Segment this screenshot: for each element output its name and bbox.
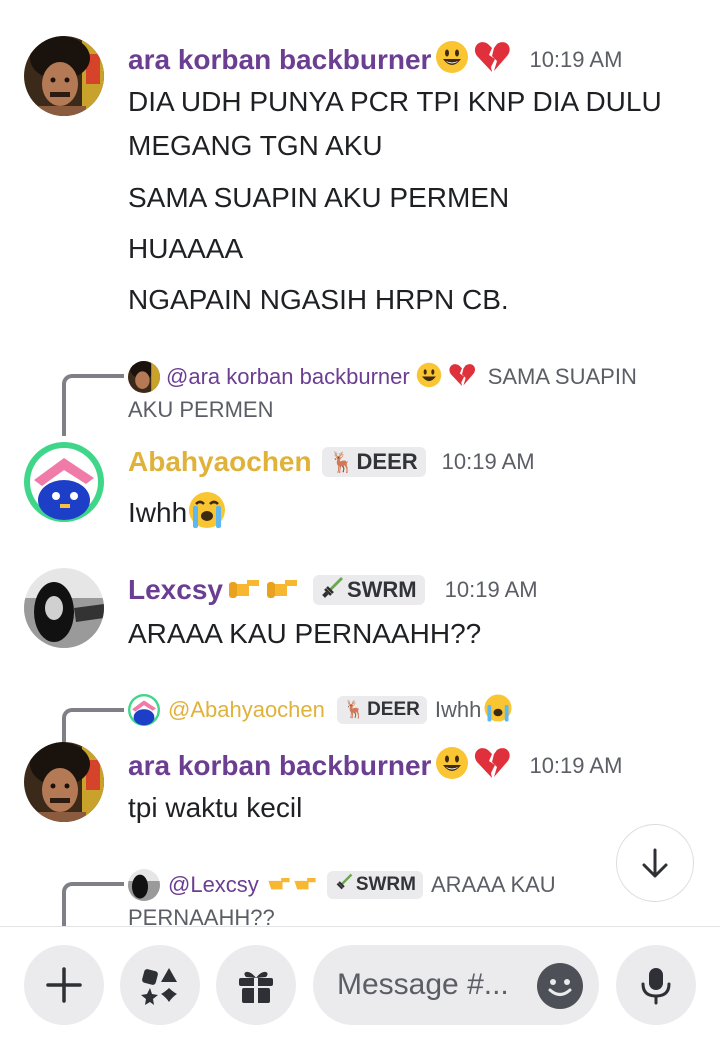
emoji-picker-button[interactable] <box>537 963 583 1009</box>
pointing-hand-icon <box>293 872 317 899</box>
sword-icon <box>321 575 345 605</box>
smiley-emoji-icon <box>435 746 469 785</box>
message-line: HUAAAA <box>128 233 244 264</box>
reply-connector <box>62 708 124 742</box>
message-line: MEGANG TGN AKU <box>128 130 383 161</box>
gift-icon <box>239 971 273 1003</box>
reply-connector <box>62 374 124 436</box>
add-attachment-button[interactable] <box>24 945 104 1025</box>
arrow-down-icon <box>642 848 668 878</box>
message-text: ARAAA KAU PERNAAHH?? <box>128 618 482 649</box>
reply-preview[interactable]: @Lexcsy SWRM ARAAA KAU <box>128 868 556 902</box>
broken-heart-icon <box>473 746 511 785</box>
timestamp: 10:19 AM <box>441 449 535 474</box>
reply-text: SAMA SUAPIN <box>487 364 637 389</box>
microphone-icon <box>641 968 671 1005</box>
reply-avatar <box>128 361 160 393</box>
deer-icon: 🦌 <box>329 451 355 474</box>
reply-mention[interactable]: @Lexcsy <box>168 872 259 898</box>
jump-to-latest-button[interactable] <box>616 824 694 902</box>
role-tag[interactable]: 🦌 DEER <box>321 447 426 477</box>
pointing-hand-icon <box>227 572 261 607</box>
reply-preview[interactable]: @Abahyaochen 🦌 DEER Iwhh <box>128 693 513 727</box>
broken-heart-icon <box>448 362 476 393</box>
username[interactable]: ara korban backburner <box>128 44 431 76</box>
emoji-face-icon <box>548 979 572 996</box>
pointing-hand-icon <box>267 872 291 899</box>
message-input-placeholder: Message #... <box>337 968 509 1001</box>
reply-preview[interactable]: @ara korban backburner SAMA SUAPIN <box>128 360 688 394</box>
message-line: SAMA SUAPIN AKU PERMEN <box>128 182 510 213</box>
smiley-emoji-icon <box>435 40 469 79</box>
role-tag: SWRM <box>326 871 423 899</box>
avatar-ara[interactable] <box>24 36 104 116</box>
timestamp: 10:19 AM <box>529 46 623 72</box>
reply-text: ARAAA KAU <box>430 872 556 897</box>
gift-button[interactable] <box>216 945 296 1025</box>
reply-avatar <box>128 869 160 901</box>
role-tag: 🦌 DEER <box>336 696 427 724</box>
reply-text: Iwhh <box>434 697 482 722</box>
reply-mention[interactable]: @Abahyaochen <box>168 697 325 723</box>
voice-message-button[interactable] <box>616 945 696 1025</box>
broken-heart-icon <box>473 40 511 79</box>
avatar-ara[interactable] <box>24 742 104 822</box>
timestamp: 10:19 AM <box>444 576 538 602</box>
avatar-abahyaochen[interactable] <box>24 442 104 522</box>
username[interactable]: ara korban backburner <box>128 750 431 782</box>
apps-icon <box>141 968 177 1005</box>
sword-icon <box>334 872 354 898</box>
username[interactable]: Lexcsy <box>128 574 223 606</box>
plus-icon <box>46 967 82 1003</box>
crying-emoji-icon <box>483 693 513 728</box>
reply-avatar <box>128 694 160 726</box>
deer-icon: 🦌 <box>343 700 366 719</box>
crying-emoji-icon <box>187 490 227 535</box>
reply-mention[interactable]: @ara korban backburner <box>166 364 410 390</box>
avatar-lexcsy[interactable] <box>24 568 104 648</box>
message-text: tpi waktu kecil <box>128 792 303 823</box>
reply-text-continued: AKU PERMEN <box>128 397 274 422</box>
message-line: DIA UDH PUNYA PCR TPI KNP DIA DULU <box>128 86 662 117</box>
username[interactable]: Abahyaochen <box>128 446 312 478</box>
apps-button[interactable] <box>120 945 200 1025</box>
pointing-hand-icon <box>265 572 299 607</box>
role-tag[interactable]: SWRM <box>312 574 425 605</box>
message-text: Iwhh <box>128 496 188 528</box>
timestamp: 10:19 AM <box>529 752 623 778</box>
message-line: NGAPAIN NGASIH HRPN CB. <box>128 284 509 315</box>
smiley-emoji-icon <box>416 362 442 393</box>
